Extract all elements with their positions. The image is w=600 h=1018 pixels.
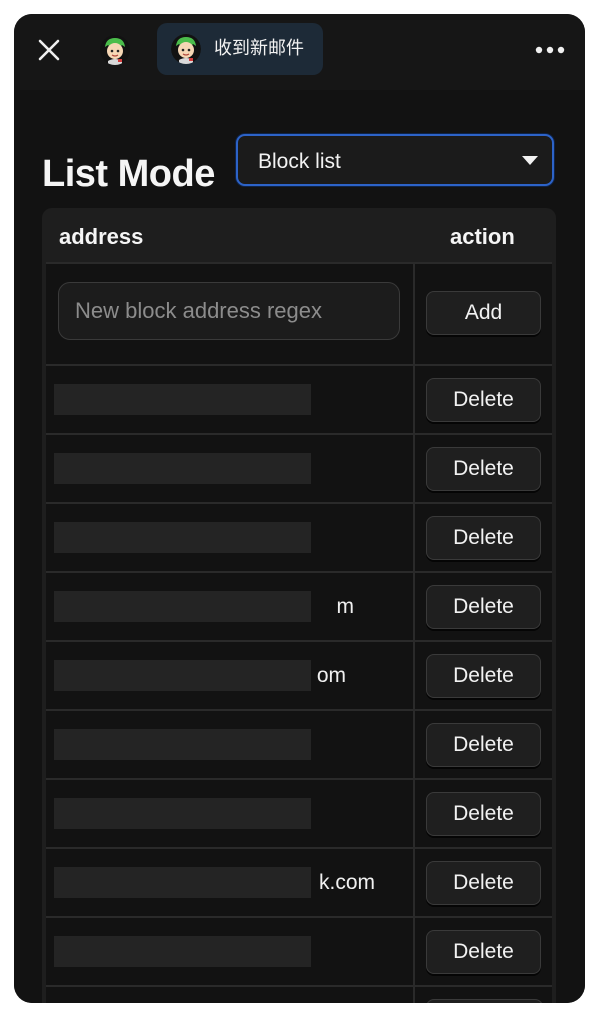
- table-row: Delete: [46, 502, 552, 571]
- redacted-address: [54, 453, 311, 484]
- address-table: address action Add Delete Delete: [42, 208, 556, 1003]
- table-row: Delete: [46, 709, 552, 778]
- close-button[interactable]: [37, 38, 61, 62]
- table-row: Delete: [46, 916, 552, 985]
- redacted-address: [54, 522, 311, 553]
- redacted-address: [54, 591, 311, 622]
- column-divider: [413, 711, 415, 778]
- redacted-address: [54, 660, 311, 691]
- list-mode-select[interactable]: Block list: [236, 134, 554, 186]
- column-divider: [413, 849, 415, 916]
- avatar-character-icon: [100, 35, 130, 65]
- delete-button[interactable]: Delete: [426, 516, 541, 560]
- delete-button[interactable]: [426, 999, 543, 1003]
- column-divider: [413, 918, 415, 985]
- app-window: 收到新邮件 List Mode Block list address actio…: [14, 14, 585, 1003]
- avatar[interactable]: [100, 35, 130, 65]
- list-mode-select-value: Block list: [258, 150, 341, 173]
- main-content: List Mode Block list address action Add …: [14, 90, 585, 1003]
- redacted-address: [54, 384, 311, 415]
- avatar-character-icon: [171, 34, 201, 64]
- delete-button[interactable]: Delete: [426, 654, 541, 698]
- redacted-address: [54, 867, 311, 898]
- column-header-action: action: [450, 224, 515, 249]
- redacted-address: [54, 798, 311, 829]
- delete-button[interactable]: Delete: [426, 723, 541, 767]
- page-title: List Mode: [42, 153, 215, 195]
- new-address-regex-input[interactable]: [58, 282, 400, 340]
- delete-button[interactable]: Delete: [426, 378, 541, 422]
- column-divider: [413, 504, 415, 571]
- top-bar: 收到新邮件: [14, 14, 585, 90]
- table-row: Delete: [46, 778, 552, 847]
- delete-button[interactable]: Delete: [426, 792, 541, 836]
- table-row: m Delete: [46, 571, 552, 640]
- table-row: [46, 985, 552, 1003]
- column-divider: [413, 573, 415, 640]
- column-divider: [413, 642, 415, 709]
- column-divider: [413, 987, 415, 1003]
- delete-button[interactable]: Delete: [426, 930, 541, 974]
- table-row: Delete: [46, 433, 552, 502]
- table-row: om Delete: [46, 640, 552, 709]
- delete-button[interactable]: Delete: [426, 585, 541, 629]
- tab-label: 收到新邮件: [214, 38, 304, 59]
- tab-avatar: [171, 34, 201, 64]
- add-button[interactable]: Add: [426, 291, 541, 335]
- column-divider: [413, 435, 415, 502]
- redacted-address: [54, 936, 311, 967]
- close-icon: [38, 39, 60, 61]
- table-row: Delete: [46, 364, 552, 433]
- column-divider: [413, 780, 415, 847]
- table-row: k.com Delete: [46, 847, 552, 916]
- delete-button[interactable]: Delete: [426, 861, 541, 905]
- caret-down-icon: [522, 156, 538, 165]
- column-divider: [413, 264, 415, 364]
- redacted-address: [54, 729, 311, 760]
- delete-button[interactable]: Delete: [426, 447, 541, 491]
- new-address-row: Add: [46, 262, 552, 364]
- more-button[interactable]: [534, 40, 566, 60]
- column-header-address: address: [59, 224, 144, 249]
- more-horizontal-icon: [535, 46, 565, 54]
- tab-new-mail[interactable]: 收到新邮件: [157, 23, 323, 75]
- column-divider: [413, 366, 415, 433]
